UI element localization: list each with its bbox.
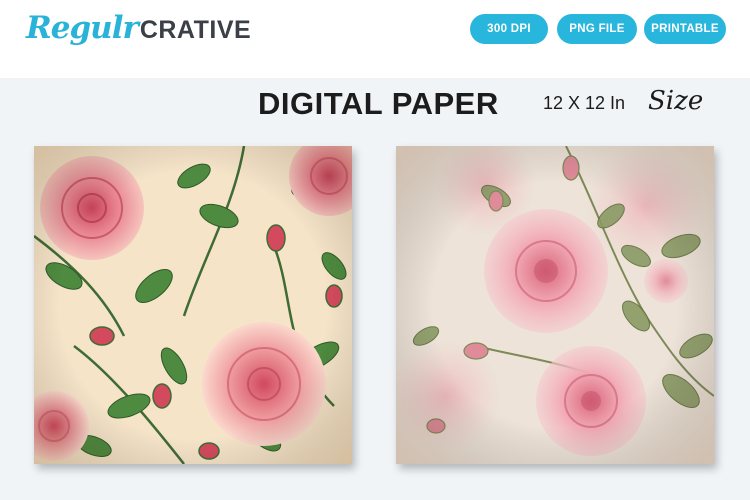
brand-logo[interactable]: Regulr CRATIVE	[26, 10, 251, 60]
logo-script-text: Regulr	[26, 10, 139, 46]
size-label: 12 X 12 In	[543, 93, 626, 113]
badge-png-file: PNG FILE	[557, 14, 637, 44]
watercolor-rose-pattern-image	[396, 146, 714, 464]
logo-bold-text: CRATIVE	[139, 16, 252, 44]
paper-preview-vintage-roses[interactable]	[34, 146, 352, 464]
page-title: DIGITAL PAPER	[258, 86, 499, 121]
badge-300-dpi: 300 DPI	[470, 14, 548, 44]
header: Regulr CRATIVE 300 DPI PNG FILE PRINTABL…	[0, 0, 750, 78]
vintage-rose-pattern-image	[34, 146, 352, 464]
badge-printable: PRINTABLE	[644, 14, 726, 44]
paper-preview-watercolor-roses[interactable]	[396, 146, 714, 464]
size-script: Size	[648, 86, 704, 116]
